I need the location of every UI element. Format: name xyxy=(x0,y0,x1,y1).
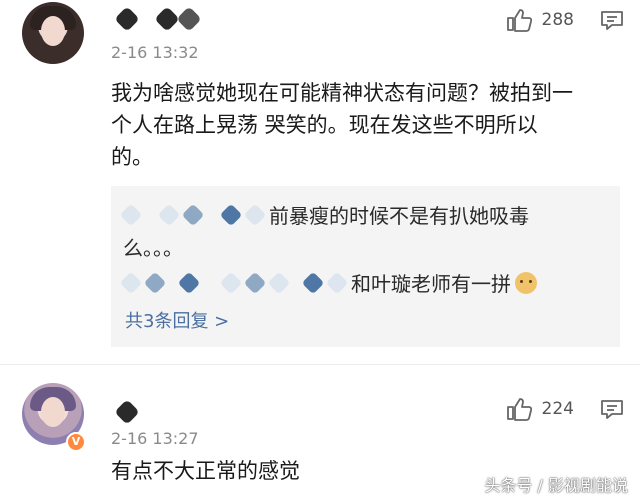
censor-mark xyxy=(219,203,243,226)
censor-mark xyxy=(267,271,291,294)
thumbs-up-icon xyxy=(506,397,532,421)
censor-mark xyxy=(243,203,267,226)
view-more-replies-link[interactable]: 共3条回复 > xyxy=(125,307,229,333)
reply-box[interactable]: 前暴瘦的时候不是有扒她吸毒 么。。。 和叶璇老师有一拼 共3条回复 > xyxy=(111,186,620,347)
avatar[interactable] xyxy=(22,2,84,64)
username-censored[interactable] xyxy=(114,6,202,32)
comment-bubble-icon[interactable] xyxy=(600,10,624,36)
comment-text: 我为啥感觉她现在可能精神状态有问题？被拍到一 个人在路上晃荡 哭笑的。现在发这些… xyxy=(111,77,621,173)
reply-text: 和叶璇老师有一拼 xyxy=(351,272,511,296)
like-count: 224 xyxy=(541,399,574,419)
reply-text: 前暴瘦的时候不是有扒她吸毒 xyxy=(269,204,529,228)
censor-mark xyxy=(181,203,205,226)
comment-time: 2-16 13:32 xyxy=(111,43,199,62)
v-badge-icon: V xyxy=(66,432,86,452)
censor-mark xyxy=(114,6,140,32)
censor-mark xyxy=(119,271,143,294)
username-censored xyxy=(119,271,349,294)
reply-item: 前暴瘦的时候不是有扒她吸毒 xyxy=(119,200,529,229)
like-button[interactable]: 288 xyxy=(506,8,574,32)
reply-item: 和叶璇老师有一拼 xyxy=(119,268,537,297)
username-censored[interactable] xyxy=(114,399,140,425)
censor-mark xyxy=(119,203,143,226)
like-count: 288 xyxy=(541,10,574,30)
doge-emoji-icon xyxy=(515,271,537,294)
censor-mark xyxy=(157,203,181,226)
censor-mark xyxy=(177,271,201,294)
thumbs-up-icon xyxy=(506,8,532,32)
censor-mark xyxy=(114,399,140,425)
comment-line: 的。 xyxy=(111,145,153,169)
censor-mark xyxy=(154,6,180,32)
comment-line: 我为啥感觉她现在可能精神状态有问题？被拍到一 xyxy=(111,81,573,105)
like-button[interactable]: 224 xyxy=(506,397,574,421)
censor-mark xyxy=(243,271,267,294)
comment-bubble-icon[interactable] xyxy=(600,399,624,425)
reply-item-continued: 么。。。 xyxy=(123,232,183,261)
comment-line: 个人在路上晃荡 哭笑的。现在发这些不明所以 xyxy=(111,113,538,137)
username-censored xyxy=(119,203,267,226)
reply-text: 么。。。 xyxy=(123,236,183,260)
avatar-face xyxy=(41,16,65,46)
censor-mark xyxy=(176,6,202,32)
watermark: 头条号 / 影视剧能说 xyxy=(484,476,628,495)
censor-mark xyxy=(301,271,325,294)
censor-mark xyxy=(325,271,349,294)
comment-item: 2-16 13:32 288 我为啥感觉她现在可能精神状态有问题？被拍到一 个人… xyxy=(0,0,640,365)
comment-time: 2-16 13:27 xyxy=(111,429,199,448)
censor-mark xyxy=(219,271,243,294)
avatar-face xyxy=(41,397,65,427)
censor-mark xyxy=(143,271,167,294)
